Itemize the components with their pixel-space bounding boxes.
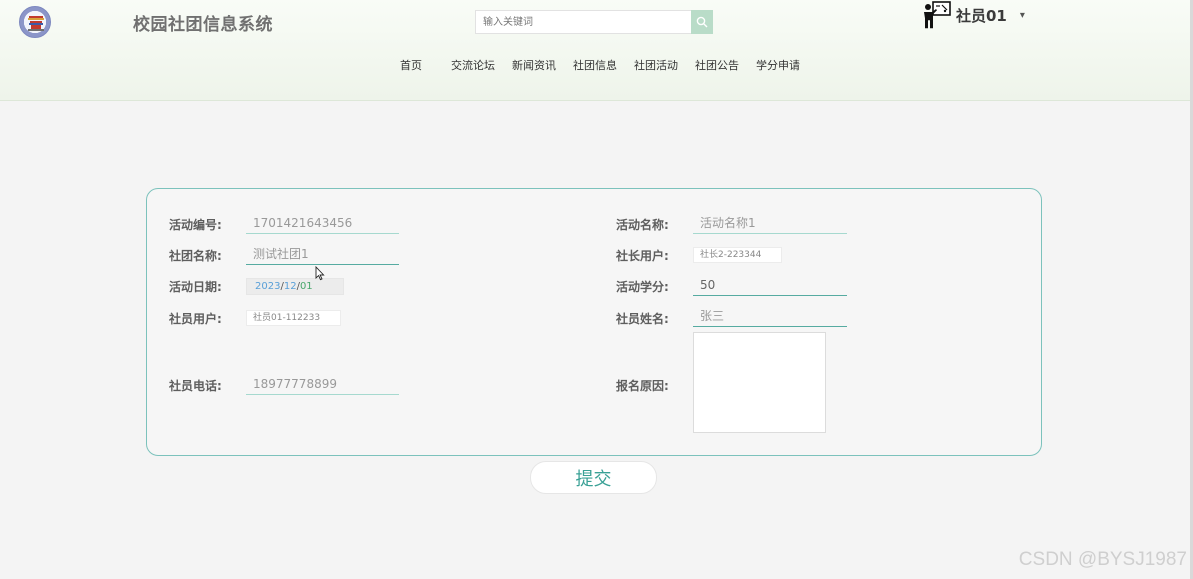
signup-reason-textarea[interactable]	[693, 332, 826, 433]
activity-no-field[interactable]: 1701421643456	[246, 214, 399, 234]
site-logo-icon[interactable]	[19, 6, 51, 38]
search-button[interactable]	[691, 10, 713, 34]
member-user-select[interactable]: 社员01-112233	[246, 310, 341, 326]
member-phone-label: 社员电话:	[169, 379, 222, 393]
activity-credit-field[interactable]: 50	[693, 276, 847, 296]
submit-button[interactable]: 提交	[530, 461, 657, 494]
user-menu[interactable]: 社员01 ▾	[923, 0, 1025, 30]
activity-signup-form: 活动编号: 1701421643456 活动名称: 活动名称1 社团名称: 测试…	[146, 188, 1042, 456]
date-month: 12	[283, 281, 297, 292]
main-nav: 首页 交流论坛 新闻资讯 社团信息 社团活动 社团公告 学分申请	[400, 58, 816, 74]
nav-item-club-notice[interactable]: 社团公告	[695, 58, 756, 74]
nav-item-news[interactable]: 新闻资讯	[512, 58, 573, 74]
watermark-text: CSDN @BYSJ1987	[1018, 549, 1187, 570]
activity-credit-label: 活动学分:	[616, 280, 669, 294]
member-user-label: 社员用户:	[169, 312, 222, 326]
search-icon	[696, 16, 708, 28]
activity-name-label: 活动名称:	[616, 218, 669, 232]
chevron-down-icon[interactable]: ▾	[1020, 10, 1025, 21]
user-name[interactable]: 社员01	[956, 5, 1007, 26]
president-user-select[interactable]: 社长2-223344	[693, 247, 782, 263]
signup-reason-label: 报名原因:	[616, 379, 669, 393]
nav-item-club-info[interactable]: 社团信息	[573, 58, 634, 74]
president-user-label: 社长用户:	[616, 249, 669, 263]
club-name-label: 社团名称:	[169, 249, 222, 263]
mouse-cursor-icon	[315, 266, 325, 281]
member-name-field[interactable]: 张三	[693, 307, 847, 327]
nav-item-home[interactable]: 首页	[400, 58, 451, 74]
teacher-board-icon	[924, 1, 951, 29]
nav-item-club-activity[interactable]: 社团活动	[634, 58, 695, 74]
activity-no-label: 活动编号:	[169, 218, 222, 232]
activity-date-field[interactable]: 2023/12/01	[246, 278, 344, 295]
activity-date-label: 活动日期:	[169, 280, 222, 294]
search-input[interactable]	[475, 10, 693, 34]
club-name-field[interactable]: 测试社团1	[246, 245, 399, 265]
member-name-label: 社员姓名:	[616, 312, 669, 326]
member-phone-field[interactable]: 18977778899	[246, 375, 399, 395]
activity-name-field[interactable]: 活动名称1	[693, 214, 847, 234]
date-year: 2023	[255, 281, 281, 292]
nav-item-credit-apply[interactable]: 学分申请	[756, 58, 816, 74]
site-header: 校园社团信息系统 社员01 ▾ 首页 交流论坛 新闻资讯 社团信息 社团活动 社…	[0, 0, 1190, 101]
nav-item-forum[interactable]: 交流论坛	[451, 58, 512, 74]
site-title: 校园社团信息系统	[133, 15, 273, 35]
date-day: 01	[299, 281, 313, 292]
